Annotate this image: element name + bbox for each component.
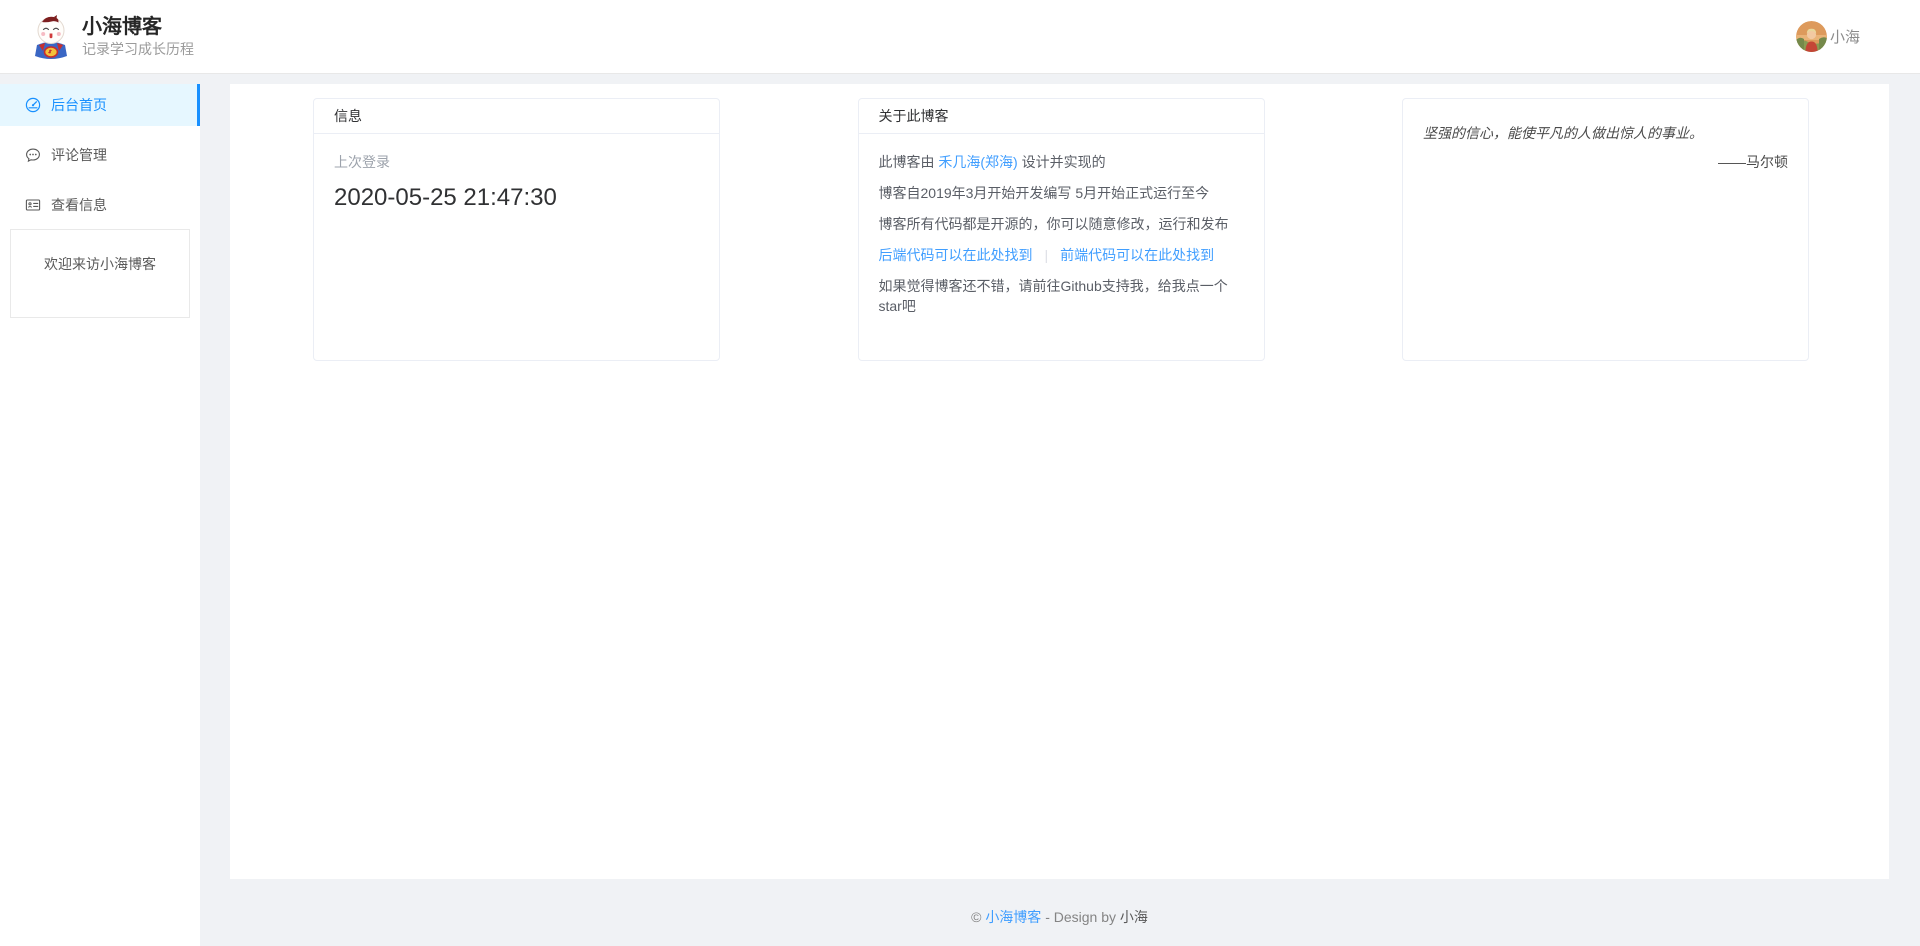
footer-designer: 小海 [1120, 909, 1148, 925]
about-text: 此博客由 [879, 154, 939, 170]
about-line-history: 博客自2019年3月开始开发编写 5月开始正式运行至今 [879, 183, 1244, 203]
info-card-title: 信息 [314, 99, 719, 134]
brand[interactable]: 小海博客 记录学习成长历程 [30, 14, 194, 60]
welcome-text: 欢迎来访小海博客 [44, 256, 156, 272]
quote-card: 坚强的信心，能使平凡的人做出惊人的事业。 ——马尔顿 [1402, 98, 1809, 361]
app-header: 小海博客 记录学习成长历程 小海 [0, 0, 1920, 74]
about-card: 关于此博客 此博客由 禾几海(郑海) 设计并实现的 博客自2019年3月开始开发… [858, 98, 1265, 361]
about-line-code-links: 后端代码可以在此处找到 | 前端代码可以在此处找到 [879, 245, 1244, 265]
sidebar-item-label: 查看信息 [51, 195, 107, 215]
info-card: 信息 上次登录 2020-05-25 21:47:30 [313, 98, 720, 361]
about-line-star: 如果觉得博客还不错，请前往Github支持我，给我点一个star吧 [879, 276, 1244, 316]
about-line-opensource: 博客所有代码都是开源的，你可以随意修改，运行和发布 [879, 214, 1244, 234]
sidebar-item-comments[interactable]: 评论管理 [0, 134, 200, 176]
welcome-box: 欢迎来访小海博客 [10, 229, 190, 318]
backend-code-link[interactable]: 后端代码可以在此处找到 [879, 247, 1033, 263]
about-text: 设计并实现的 [1018, 154, 1106, 170]
main-wrap: 信息 上次登录 2020-05-25 21:47:30 关于此博客 此博客由 禾… [230, 84, 1889, 946]
user-menu[interactable]: 小海 [1796, 21, 1860, 52]
sidebar: 后台首页 评论管理 查看信息 欢迎来访小海博客 [0, 84, 200, 946]
frontend-code-link[interactable]: 前端代码可以在此处找到 [1060, 247, 1214, 263]
about-card-title: 关于此博客 [859, 99, 1264, 134]
about-line-author: 此博客由 禾几海(郑海) 设计并实现的 [879, 152, 1244, 172]
brand-text: 小海博客 记录学习成长历程 [82, 15, 194, 58]
sidebar-item-dashboard[interactable]: 后台首页 [0, 84, 200, 126]
page-footer: © 小海博客 - Design by 小海 [230, 879, 1889, 946]
quote-text: 坚强的信心，能使平凡的人做出惊人的事业。 [1423, 123, 1788, 143]
brand-subtitle: 记录学习成长历程 [82, 40, 194, 58]
quote-author: ——马尔顿 [1423, 152, 1788, 172]
dashboard-cards: 信息 上次登录 2020-05-25 21:47:30 关于此博客 此博客由 禾… [313, 98, 1809, 361]
about-card-body: 此博客由 禾几海(郑海) 设计并实现的 博客自2019年3月开始开发编写 5月开… [859, 134, 1264, 334]
username: 小海 [1830, 26, 1860, 47]
main-content: 信息 上次登录 2020-05-25 21:47:30 关于此博客 此博客由 禾… [230, 84, 1889, 879]
copyright-symbol: © [971, 909, 985, 925]
sidebar-item-label: 评论管理 [51, 145, 107, 165]
blog-logo-icon [30, 14, 72, 60]
footer-middle-text: - Design by [1041, 909, 1120, 925]
page-title: 小海博客 [82, 15, 194, 39]
layout: 后台首页 评论管理 查看信息 欢迎来访小海博客 信息 [0, 84, 1920, 946]
info-card-body: 上次登录 2020-05-25 21:47:30 [314, 134, 719, 232]
sidebar-item-view-info[interactable]: 查看信息 [0, 184, 200, 226]
sidebar-menu: 后台首页 评论管理 查看信息 [0, 84, 200, 226]
last-login-time: 2020-05-25 21:47:30 [334, 182, 699, 214]
user-avatar[interactable] [1796, 21, 1827, 52]
author-link[interactable]: 禾几海(郑海) [938, 154, 1017, 170]
footer-brand-link[interactable]: 小海博客 [985, 909, 1041, 925]
dashboard-icon [25, 97, 41, 113]
sidebar-item-label: 后台首页 [51, 95, 107, 115]
comment-icon [25, 147, 41, 163]
last-login-label: 上次登录 [334, 152, 699, 172]
link-divider: | [1045, 247, 1049, 263]
idcard-icon [25, 197, 41, 213]
